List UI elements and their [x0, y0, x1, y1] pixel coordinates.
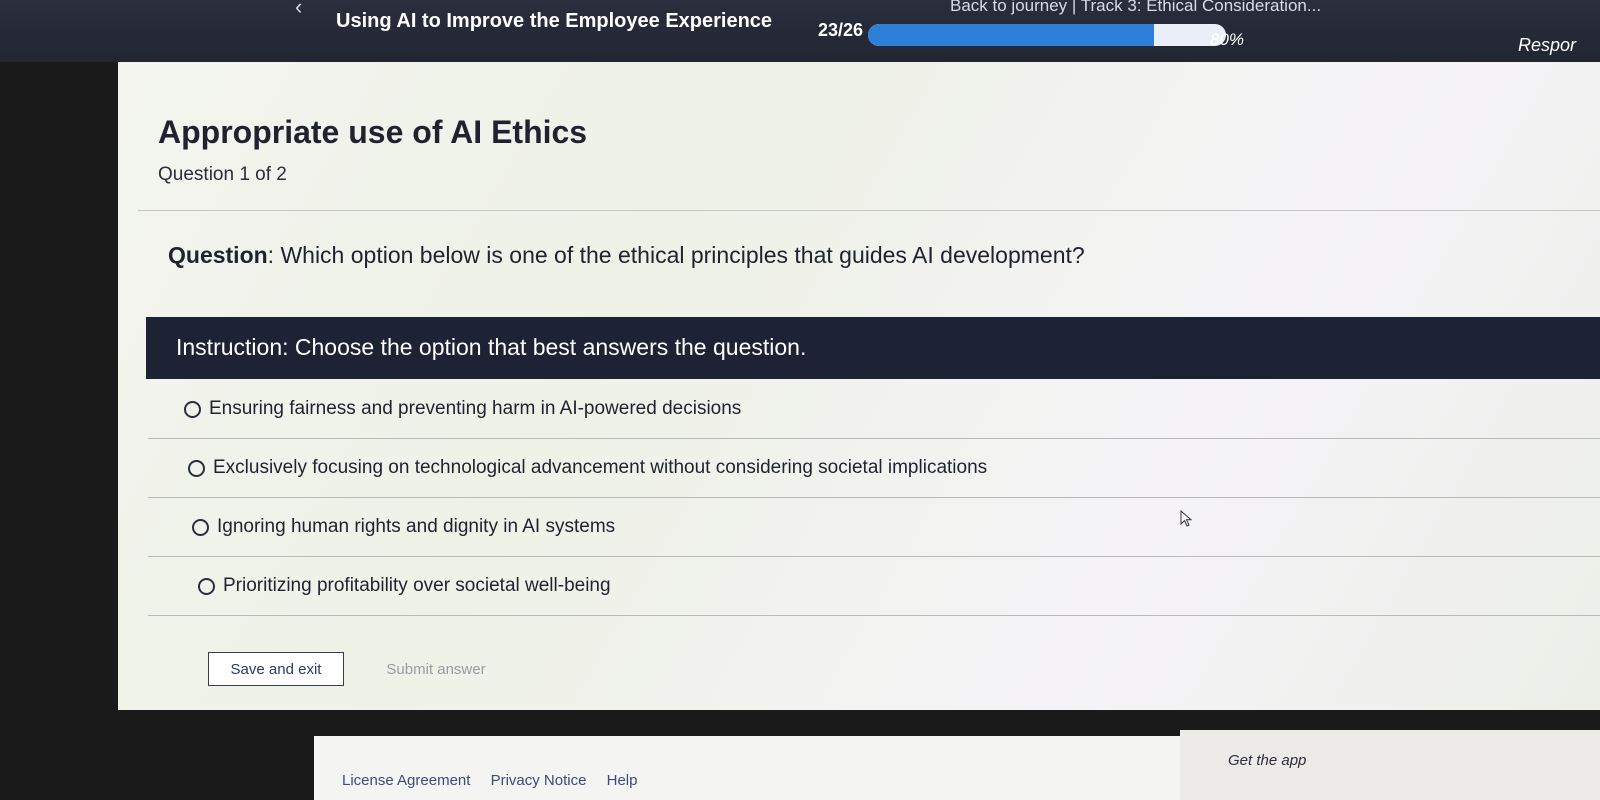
progress-count: 23/26: [818, 20, 864, 40]
question-count: Question 1 of 2: [158, 164, 287, 185]
answer-option-3[interactable]: Ignoring human rights and dignity in AI …: [148, 498, 1600, 557]
radio-empty-icon[interactable]: [188, 459, 205, 477]
get-app-link[interactable]: Get the app: [1228, 752, 1306, 769]
radio-empty-icon[interactable]: [198, 577, 215, 595]
footer-links-panel: License Agreement Privacy Notice Help: [314, 736, 1180, 800]
radio-empty-icon[interactable]: [184, 400, 201, 418]
top-bar: ‹ Back to journey | Track 3: Ethical Con…: [0, 0, 1600, 62]
progress-bar: [868, 24, 1226, 46]
instruction-bar: Instruction: Choose the option that best…: [146, 317, 1600, 379]
answer-options: Ensuring fairness and preventing harm in…: [148, 380, 1600, 616]
footer-links: License Agreement Privacy Notice Help: [342, 772, 653, 789]
option-label: Ensuring fairness and preventing harm in…: [209, 398, 742, 419]
instruction-text: Instruction: Choose the option that best…: [176, 334, 807, 360]
progress-percent: 80%: [1210, 30, 1245, 49]
option-label: Exclusively focusing on technological ad…: [213, 457, 988, 478]
privacy-notice-link[interactable]: Privacy Notice: [491, 772, 587, 789]
question-label: Question: [168, 242, 268, 268]
help-link[interactable]: Help: [607, 772, 638, 789]
divider: [138, 210, 1600, 211]
mouse-pointer-icon: [1180, 510, 1193, 527]
quiz-card: Appropriate use of AI Ethics Question 1 …: [118, 62, 1600, 710]
progress-fill: [868, 24, 1155, 46]
get-app-panel: Get the app: [1180, 730, 1600, 800]
course-title: Using AI to Improve the Employee Experie…: [336, 10, 773, 32]
quiz-heading: Appropriate use of AI Ethics: [158, 114, 588, 150]
answer-option-1[interactable]: Ensuring fairness and preventing harm in…: [148, 380, 1600, 439]
option-label: Prioritizing profitability over societal…: [223, 575, 611, 596]
breadcrumb[interactable]: Back to journey | Track 3: Ethical Consi…: [950, 0, 1321, 16]
save-and-exit-button[interactable]: Save and exit: [208, 652, 344, 686]
answer-option-4[interactable]: Prioritizing profitability over societal…: [148, 557, 1600, 616]
footer: License Agreement Privacy Notice Help Ge…: [118, 710, 1600, 800]
question-body: : Which option below is one of the ethic…: [267, 242, 1085, 268]
license-agreement-link[interactable]: License Agreement: [342, 772, 470, 789]
answer-option-2[interactable]: Exclusively focusing on technological ad…: [148, 439, 1600, 498]
question-text: Question: Which option below is one of t…: [168, 242, 1085, 269]
option-label: Ignoring human rights and dignity in AI …: [217, 516, 616, 537]
submit-answer-button[interactable]: Submit answer: [368, 652, 504, 686]
radio-empty-icon[interactable]: [192, 518, 209, 536]
back-chevron-icon[interactable]: ‹: [295, 0, 302, 20]
left-margin: [0, 62, 118, 800]
respond-link[interactable]: Respor: [1518, 35, 1576, 56]
